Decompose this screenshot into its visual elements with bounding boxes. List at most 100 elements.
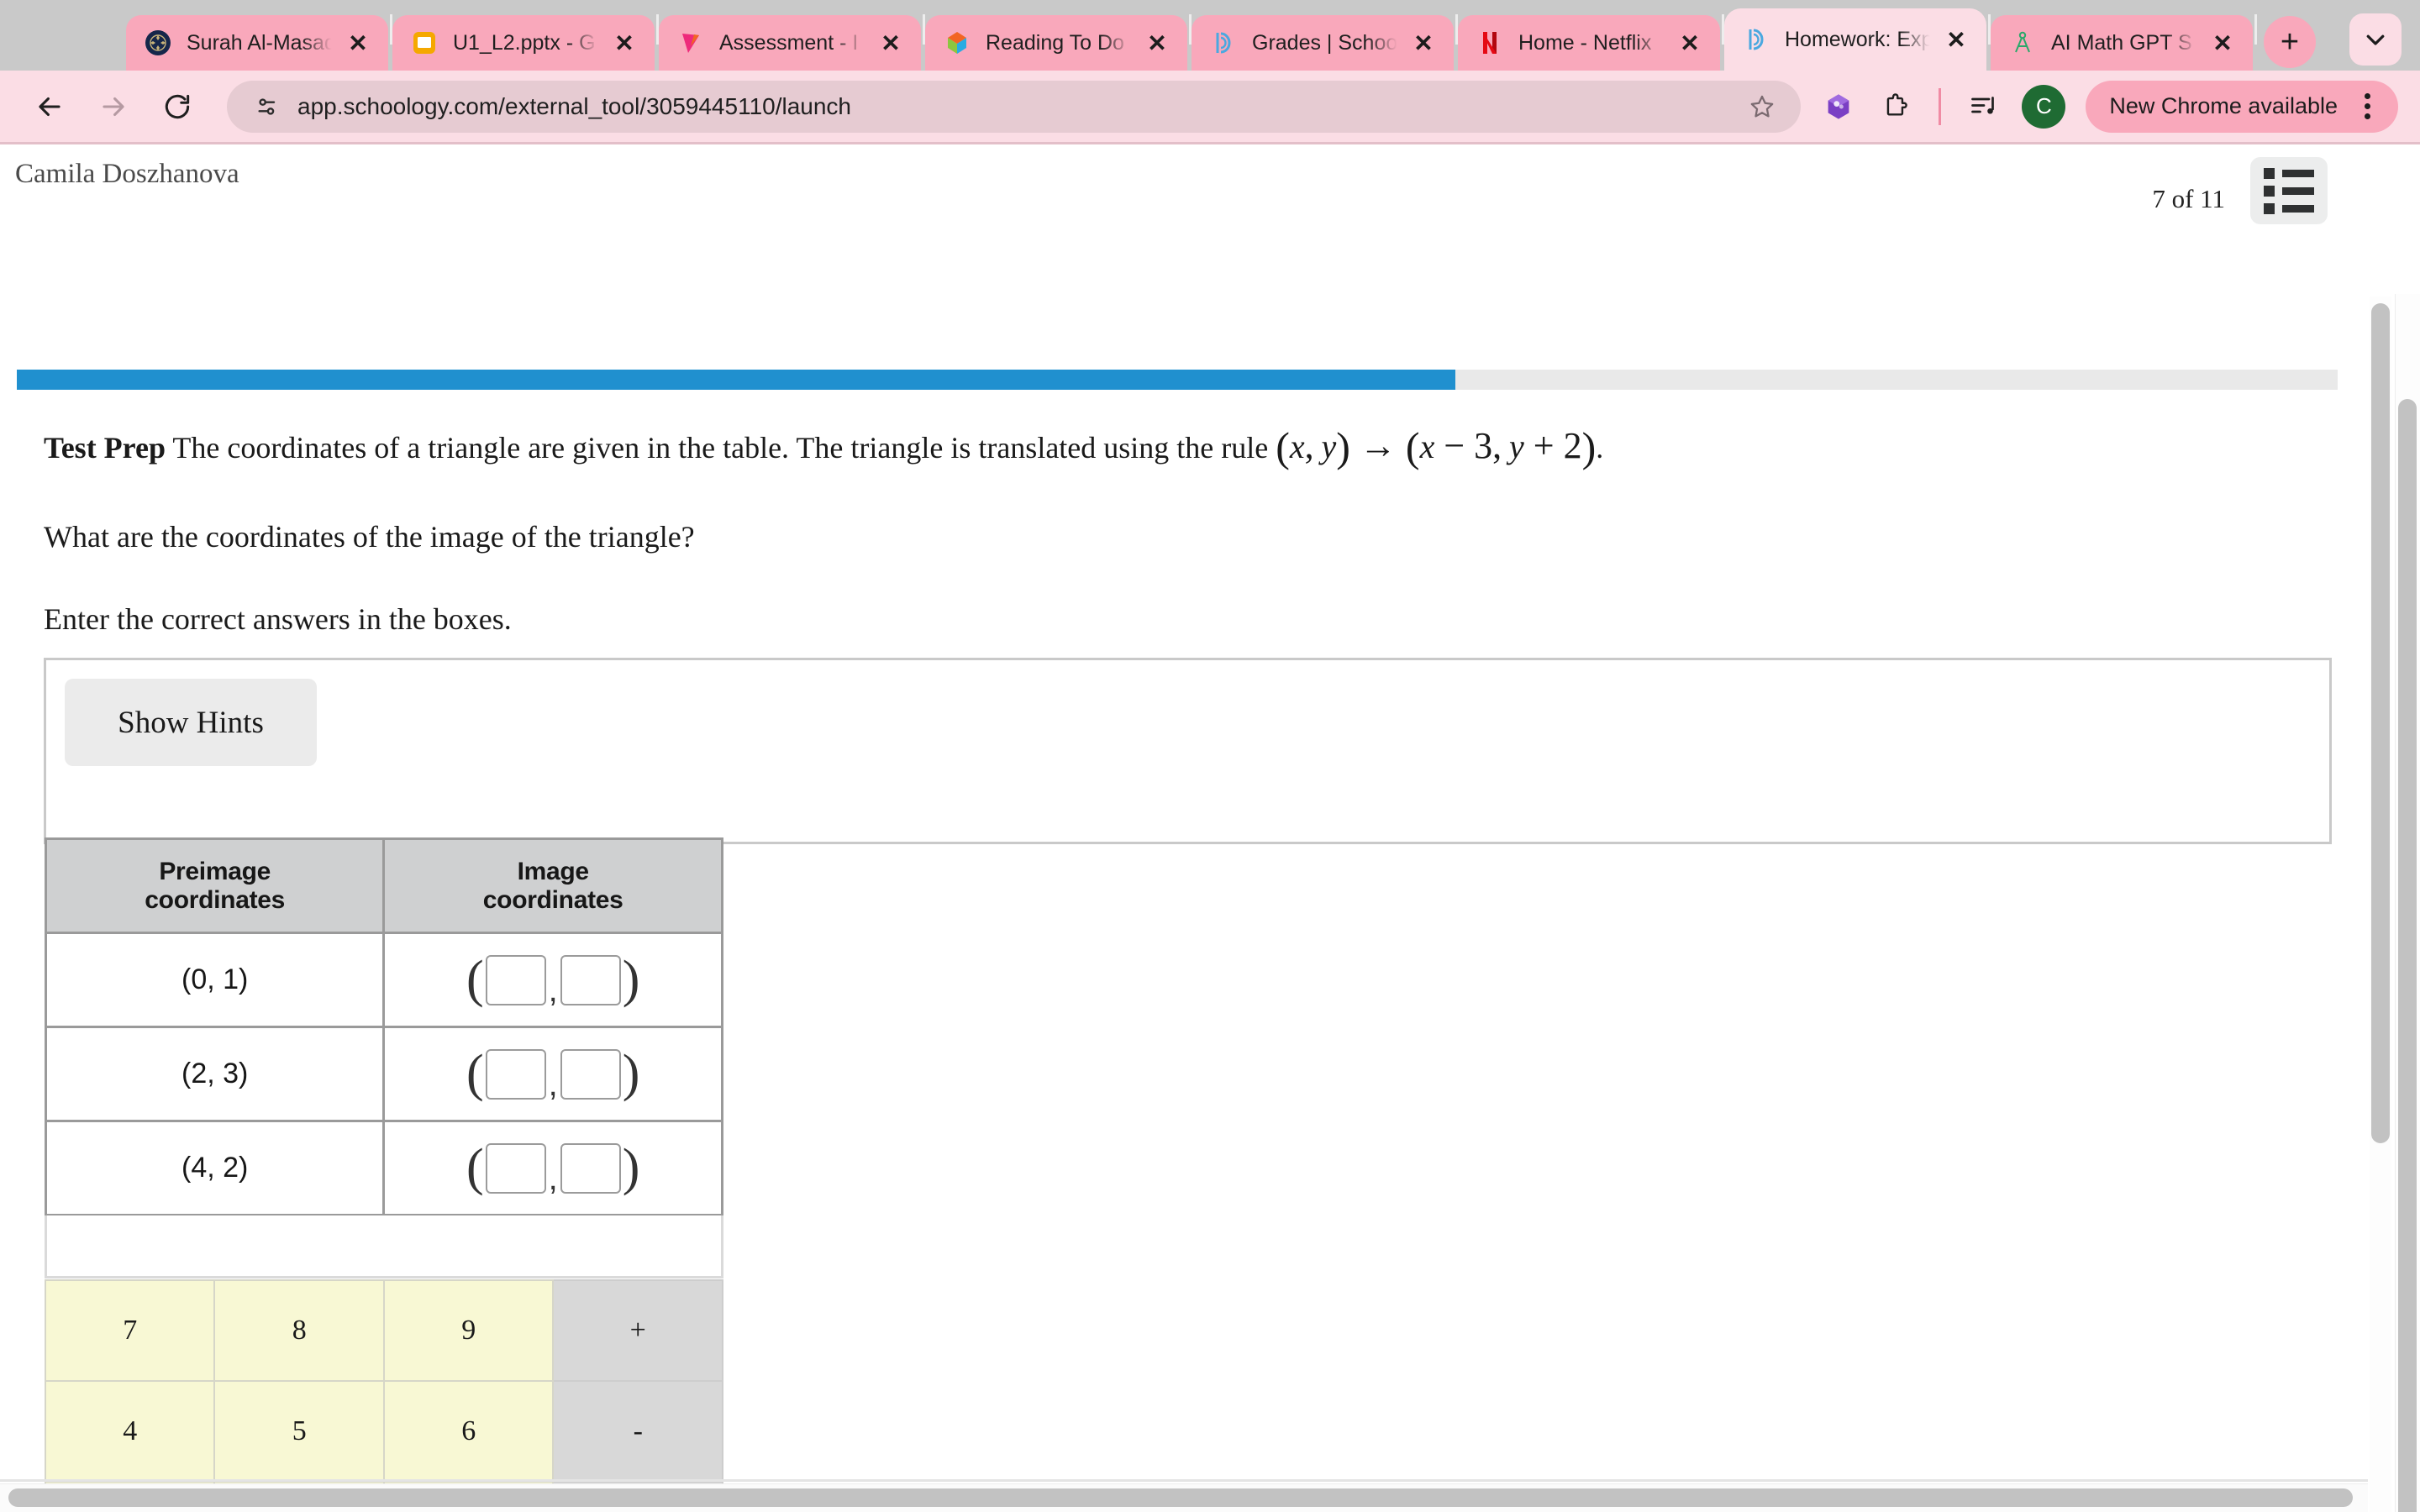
compass-icon xyxy=(2009,29,2036,56)
keypad-key-minus[interactable]: - xyxy=(552,1380,723,1483)
list-view-icon[interactable] xyxy=(2250,157,2328,224)
keypad-key-9[interactable]: 9 xyxy=(382,1279,555,1382)
answer-input-y-row2[interactable] xyxy=(560,1048,621,1100)
close-paren: ) xyxy=(622,1044,640,1102)
close-icon[interactable]: ✕ xyxy=(1139,24,1176,61)
tab-title: U1_L2.pptx - G xyxy=(453,30,596,55)
close-icon[interactable]: ✕ xyxy=(2204,24,2241,61)
question-line-3: Enter the correct answers in the boxes. xyxy=(44,602,512,636)
column-header-preimage: Preimage coordinates xyxy=(44,837,386,934)
test-prep-label: Test Prep xyxy=(44,431,166,465)
answer-input-y-row3[interactable] xyxy=(560,1142,621,1194)
list-row xyxy=(2264,185,2314,197)
rule2-two: 2 xyxy=(1563,425,1582,466)
comma: , xyxy=(548,1065,558,1103)
image-cell: ( , ) xyxy=(382,932,723,1028)
address-bar[interactable]: app.schoology.com/external_tool/30594451… xyxy=(227,80,1802,133)
close-paren: ) xyxy=(622,1138,640,1196)
browser-toolbar: app.schoology.com/external_tool/30594451… xyxy=(0,71,2420,144)
answer-input-x-row3[interactable] xyxy=(485,1142,546,1194)
browser-tab-surah-al-masad[interactable]: Surah Al-Masad ✕ xyxy=(126,15,388,71)
answer-input-x-row1[interactable] xyxy=(485,954,546,1005)
close-icon[interactable]: ✕ xyxy=(606,24,643,61)
avatar[interactable]: C xyxy=(2022,84,2066,129)
schoology-icon xyxy=(1743,26,1770,53)
list-glyph xyxy=(2264,167,2314,214)
inner-vertical-scrollbar-thumb[interactable] xyxy=(2371,303,2390,1143)
keypad-key-5[interactable]: 5 xyxy=(213,1380,385,1483)
browser-tab-home-netflix[interactable]: Home - Netflix ✕ xyxy=(1458,15,1720,71)
header-line-2: coordinates xyxy=(145,885,286,914)
header-line-1: Image xyxy=(517,857,590,885)
keypad-key-8[interactable]: 8 xyxy=(213,1279,385,1382)
browser-tab-assessment[interactable]: Assessment - I ✕ xyxy=(659,15,921,71)
rule-x: x xyxy=(1289,428,1305,465)
browser-tab-u1-l2-pptx[interactable]: U1_L2.pptx - G ✕ xyxy=(392,15,655,71)
browser-tab-reading-to-do[interactable]: Reading To Do ✕ xyxy=(925,15,1187,71)
close-icon[interactable]: ✕ xyxy=(339,24,376,61)
rule2-x: x xyxy=(1419,428,1435,465)
browser-tab-homework-active[interactable]: Homework: Exp ✕ xyxy=(1724,8,1986,71)
quran-icon xyxy=(145,29,171,56)
rule-arrow: → xyxy=(1359,425,1397,466)
preimage-cell: (2, 3) xyxy=(44,1026,386,1122)
header-line-1: Preimage xyxy=(159,857,271,885)
table-row: (0, 1) ( , ) xyxy=(44,932,723,1028)
close-icon[interactable]: ✕ xyxy=(872,24,909,61)
close-icon[interactable]: ✕ xyxy=(1405,24,1442,61)
close-icon[interactable]: ✕ xyxy=(1938,21,1975,58)
assignment-frame: Camila Doszhanova 7 of 11 Test Prep The … xyxy=(0,147,2368,1512)
student-name: Camila Doszhanova xyxy=(15,159,239,189)
site-settings-icon[interactable] xyxy=(249,93,286,120)
horizontal-scrollbar[interactable] xyxy=(0,1483,2368,1512)
tab-strip-right-controls xyxy=(2349,13,2402,66)
tab-title: Homework: Exp xyxy=(1785,27,1933,51)
star-icon[interactable] xyxy=(1739,92,1786,121)
url-text: app.schoology.com/external_tool/30594451… xyxy=(297,92,851,119)
keypad-key-7[interactable]: 7 xyxy=(44,1279,216,1382)
rule2-comma: , xyxy=(1492,425,1509,466)
kebab-menu-icon[interactable] xyxy=(2346,93,2388,119)
back-arrow-icon[interactable] xyxy=(22,79,77,134)
rule2-three: 3 xyxy=(1474,425,1493,466)
keypad-key-plus[interactable]: + xyxy=(552,1279,723,1382)
reading-list-icon[interactable] xyxy=(1958,81,2010,133)
comma: , xyxy=(548,1159,558,1197)
rule2-plus: + xyxy=(1523,425,1564,466)
toolbar-divider xyxy=(1939,87,1942,125)
tab-title: Reading To Do xyxy=(986,30,1124,55)
show-hints-button[interactable]: Show Hints xyxy=(65,679,317,766)
browser-tab-grades-schoology[interactable]: Grades | Schoo ✕ xyxy=(1192,15,1454,71)
image-cell: ( , ) xyxy=(382,1026,723,1122)
question-text-part1: The coordinates of a triangle are given … xyxy=(166,431,1276,465)
assignment-content: Test Prep The coordinates of a triangle … xyxy=(0,399,2353,844)
hints-panel: Show Hints xyxy=(44,658,2332,844)
outer-vertical-scrollbar-thumb[interactable] xyxy=(2398,399,2417,1512)
horizontal-scrollbar-thumb[interactable] xyxy=(8,1488,2353,1507)
keypad-key-4[interactable]: 4 xyxy=(44,1380,216,1483)
table-row: (2, 3) ( , ) xyxy=(44,1026,723,1122)
gem-extension-icon[interactable] xyxy=(1812,81,1865,133)
new-chrome-available-button[interactable]: New Chrome available xyxy=(2086,80,2398,133)
browser-tab-ai-math-gpt[interactable]: AI Math GPT S ✕ xyxy=(1991,15,2253,71)
answer-input-y-row1[interactable] xyxy=(560,954,621,1005)
keypad-key-6[interactable]: 6 xyxy=(382,1380,555,1483)
open-paren: ( xyxy=(466,1044,484,1102)
open-paren: ( xyxy=(466,1138,484,1196)
page-counter: 7 of 11 xyxy=(2152,184,2225,213)
answer-input-x-row2[interactable] xyxy=(485,1048,546,1100)
reload-icon[interactable] xyxy=(150,79,205,134)
chevron-down-icon[interactable] xyxy=(2349,13,2402,66)
new-tab-button[interactable]: + xyxy=(2264,16,2316,68)
tab-title: Home - Netflix xyxy=(1518,30,1652,55)
puzzle-extension-icon[interactable] xyxy=(1870,81,1922,133)
image-cell: ( , ) xyxy=(382,1120,723,1216)
forward-arrow-icon[interactable] xyxy=(86,79,141,134)
new-chrome-label: New Chrome available xyxy=(2109,93,2338,118)
table-row: (4, 2) ( , ) xyxy=(44,1120,723,1216)
close-paren: ) xyxy=(622,950,640,1008)
close-icon[interactable]: ✕ xyxy=(1671,24,1708,61)
question-line-1: Test Prep The coordinates of a triangle … xyxy=(44,399,2353,468)
powerpoint-icon xyxy=(411,29,438,56)
assessment-icon xyxy=(677,29,704,56)
